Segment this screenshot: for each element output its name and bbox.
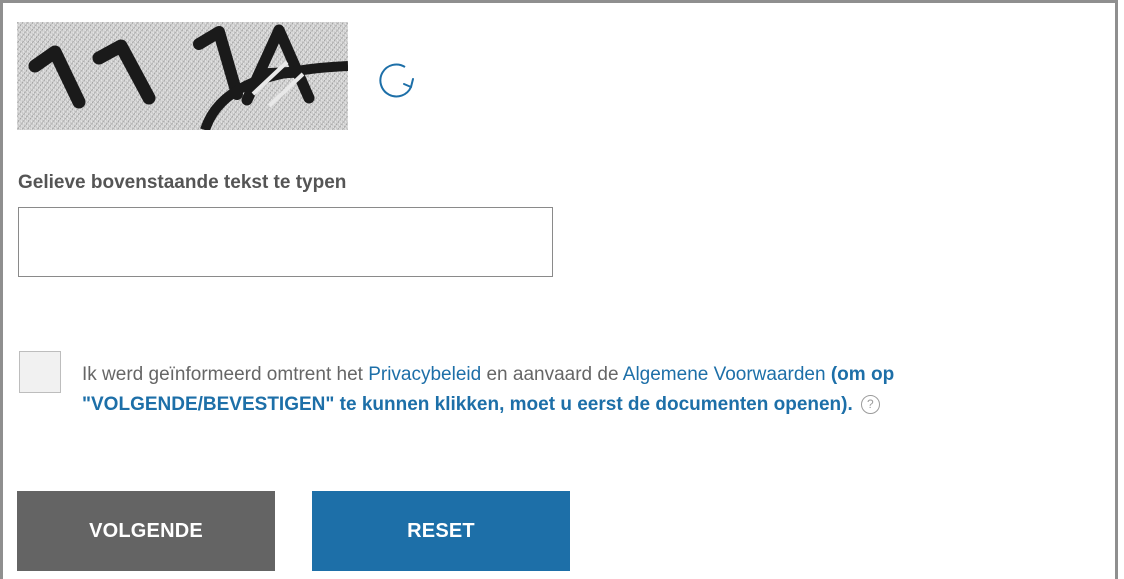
consent-text-part-2: en aanvaard de [481, 364, 623, 385]
consent-checkbox[interactable] [19, 351, 61, 393]
consent-text: Ik werd geïnformeerd omtrent het Privacy… [82, 360, 1092, 420]
captcha-input[interactable] [18, 207, 553, 277]
terms-link[interactable]: Algemene Voorwaarden [623, 364, 826, 385]
captcha-image [17, 22, 348, 130]
consent-text-part-1: Ik werd geïnformeerd omtrent het [82, 364, 369, 385]
privacy-policy-link[interactable]: Privacybeleid [368, 364, 481, 385]
captcha-input-label: Gelieve bovenstaande tekst te typen [18, 172, 347, 193]
reset-button[interactable]: RESET [312, 491, 570, 571]
refresh-icon[interactable] [375, 57, 421, 103]
next-button[interactable]: VOLGENDE [17, 491, 275, 571]
help-icon[interactable]: ? [860, 395, 880, 415]
